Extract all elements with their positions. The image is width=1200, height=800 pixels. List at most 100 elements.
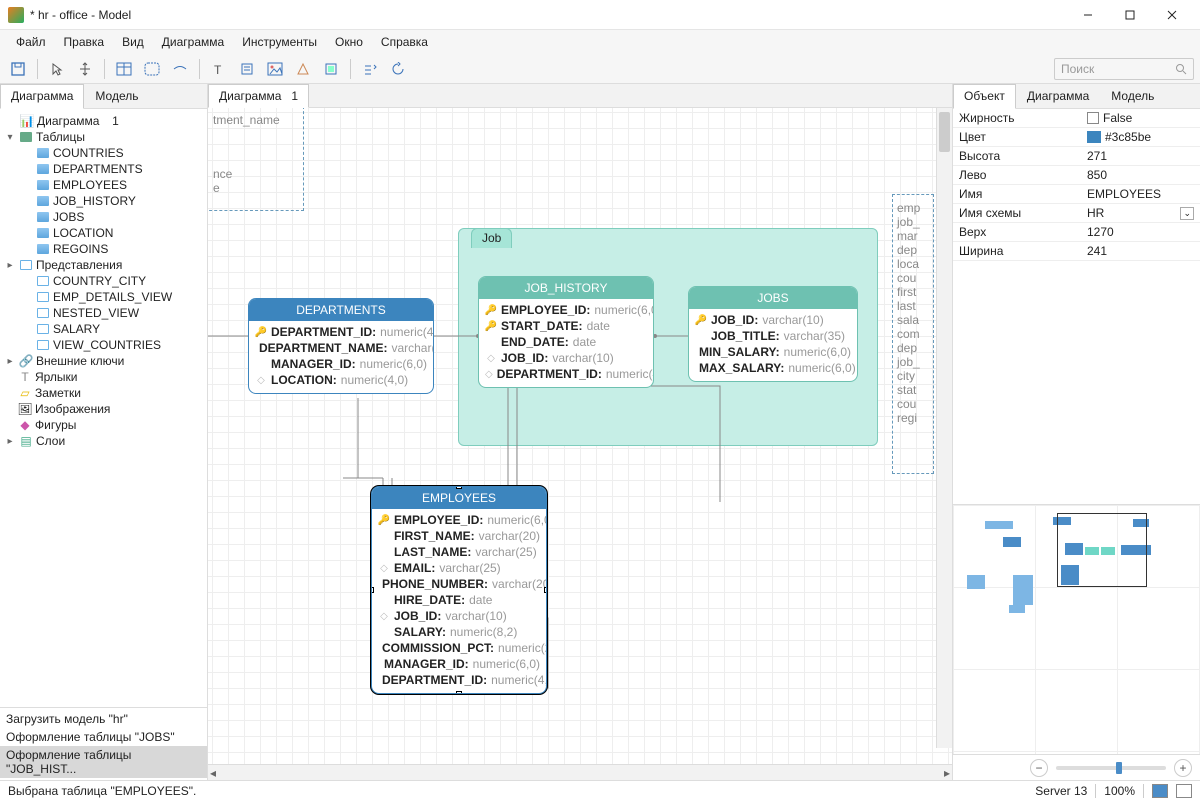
tree-layers[interactable]: Слои <box>36 434 65 448</box>
entity-jobs[interactable]: JOBS 🔑JOB_ID: varchar(10)JOB_TITLE: varc… <box>688 286 858 382</box>
tree-views[interactable]: Представления <box>36 258 122 272</box>
relation-icon[interactable] <box>168 57 192 81</box>
property-row[interactable]: Высота271 <box>953 147 1200 166</box>
image-tree-icon: 🖼 <box>18 402 32 416</box>
search-input[interactable]: Поиск <box>1054 58 1194 80</box>
tab-diagram[interactable]: Диаграмма <box>0 84 84 109</box>
menu-window[interactable]: Окно <box>327 33 371 51</box>
menu-view[interactable]: Вид <box>114 33 152 51</box>
left-panel: Диаграмма Модель 📊Диаграмма 1 ▾Таблицы C… <box>0 84 208 780</box>
canvas-tab[interactable]: Диаграмма 1 <box>208 84 309 108</box>
shape-icon[interactable] <box>291 57 315 81</box>
tree-table-item[interactable]: REGOINS <box>0 241 207 257</box>
tree-tables[interactable]: Таблицы <box>36 130 85 144</box>
property-row[interactable]: Имя схемыHR ⌄ <box>953 204 1200 223</box>
tree-table-item[interactable]: DEPARTMENTS <box>0 161 207 177</box>
tree[interactable]: 📊Диаграмма 1 ▾Таблицы COUNTRIESDEPARTMEN… <box>0 109 207 707</box>
menu-tools[interactable]: Инструменты <box>234 33 325 51</box>
property-row[interactable]: Цвет #3c85be <box>953 128 1200 147</box>
tree-view-item[interactable]: NESTED_VIEW <box>0 305 207 321</box>
tree-fkeys[interactable]: Внешние ключи <box>36 354 124 368</box>
zoom-slider[interactable] <box>1056 766 1166 770</box>
history-item[interactable]: Оформление таблицы "JOB_HIST... <box>0 746 207 778</box>
tree-table-item[interactable]: LOCATION <box>0 225 207 241</box>
menu-edit[interactable]: Правка <box>56 33 113 51</box>
entity-departments[interactable]: DEPARTMENTS 🔑DEPARTMENT_ID: numeric(4,0)… <box>248 298 434 394</box>
scrollbar-vertical[interactable] <box>936 108 952 748</box>
property-grid[interactable]: Жирность FalseЦвет #3c85beВысота271Лево8… <box>953 109 1200 261</box>
view-icon[interactable] <box>140 57 164 81</box>
canvas[interactable]: tment_name nce e empjob_mardeplocacoufir… <box>208 108 952 764</box>
property-row[interactable]: Жирность False <box>953 109 1200 128</box>
layout-icon[interactable] <box>1176 784 1192 798</box>
scrollbar-horizontal[interactable]: ◂▸ <box>208 764 952 780</box>
tree-view-item[interactable]: SALARY <box>0 321 207 337</box>
property-row[interactable]: ИмяEMPLOYEES <box>953 185 1200 204</box>
toolbar: T Поиск <box>0 54 1200 84</box>
tab-model[interactable]: Модель <box>84 84 149 108</box>
pan-icon[interactable] <box>73 57 97 81</box>
tree-view-item[interactable]: EMP_DETAILS_VIEW <box>0 289 207 305</box>
menubar: Файл Правка Вид Диаграмма Инструменты Ок… <box>0 30 1200 54</box>
note-icon[interactable] <box>235 57 259 81</box>
tree-diagram[interactable]: Диаграмма <box>37 114 99 128</box>
right-panel: Объект Диаграмма Модель Жирность FalseЦв… <box>952 84 1200 780</box>
status-server: Server 13 <box>1035 784 1087 798</box>
pointer-icon[interactable] <box>45 57 69 81</box>
tree-shapes[interactable]: Фигуры <box>35 418 76 432</box>
status-zoom: 100% <box>1104 784 1135 798</box>
svg-text:T: T <box>214 63 222 76</box>
table-icon[interactable] <box>112 57 136 81</box>
tree-images[interactable]: Изображения <box>35 402 110 416</box>
entity-fragment[interactable]: tment_name nce e <box>208 108 304 211</box>
entity-title: JOBS <box>689 287 857 309</box>
history-item[interactable]: Загрузить модель "hr" <box>0 710 207 728</box>
minimap[interactable] <box>953 504 1200 754</box>
menu-help[interactable]: Справка <box>373 33 436 51</box>
tree-view-item[interactable]: VIEW_COUNTRIES <box>0 337 207 353</box>
minimize-button[interactable] <box>1068 1 1108 29</box>
tree-table-item[interactable]: EMPLOYEES <box>0 177 207 193</box>
entity-fragment-right[interactable]: empjob_mardeplocacoufirstlastsalacomdepj… <box>892 194 934 474</box>
tab-object[interactable]: Объект <box>953 84 1016 109</box>
folder-icon <box>19 130 33 144</box>
menu-file[interactable]: Файл <box>8 33 54 51</box>
maximize-button[interactable] <box>1110 1 1150 29</box>
tab-diagram-r[interactable]: Диаграмма <box>1016 84 1100 108</box>
tab-model-r[interactable]: Модель <box>1100 84 1165 108</box>
property-row[interactable]: Верх1270 <box>953 223 1200 242</box>
zoom-out-button[interactable]: − <box>1030 759 1048 777</box>
tree-table-item[interactable]: JOBS <box>0 209 207 225</box>
expand-icon[interactable]: ▸ <box>4 260 16 271</box>
history-panel: Загрузить модель "hr" Оформление таблицы… <box>0 707 207 780</box>
property-row[interactable]: Ширина241 <box>953 242 1200 261</box>
tree-labels[interactable]: Ярлыки <box>35 370 78 384</box>
fkey-icon: 🔗 <box>19 354 33 368</box>
tree-notes[interactable]: Заметки <box>35 386 81 400</box>
tree-table-item[interactable]: JOB_HISTORY <box>0 193 207 209</box>
history-item[interactable]: Оформление таблицы "JOBS" <box>0 728 207 746</box>
property-row[interactable]: Лево850 <box>953 166 1200 185</box>
entity-title: EMPLOYEES <box>372 487 546 509</box>
shape-tree-icon: ◆ <box>18 418 32 432</box>
tree-view-item[interactable]: COUNTRY_CITY <box>0 273 207 289</box>
entity-job-history[interactable]: JOB_HISTORY 🔑EMPLOYEE_ID: numeric(6,0)🔑S… <box>478 276 654 388</box>
menu-diagram[interactable]: Диаграмма <box>154 33 232 51</box>
window-title: * hr - office - Model <box>30 8 131 22</box>
entity-title: JOB_HISTORY <box>479 277 653 299</box>
search-placeholder: Поиск <box>1061 62 1094 76</box>
entity-employees[interactable]: EMPLOYEES 🔑EMPLOYEE_ID: numeric(6,0)FIRS… <box>371 486 547 694</box>
group-icon[interactable] <box>319 57 343 81</box>
layout-icon[interactable] <box>1152 784 1168 798</box>
refresh-icon[interactable] <box>386 57 410 81</box>
collapse-icon[interactable]: ▾ <box>4 132 16 143</box>
image-icon[interactable] <box>263 57 287 81</box>
tree-table-item[interactable]: COUNTRIES <box>0 145 207 161</box>
zoom-in-button[interactable]: + <box>1174 759 1192 777</box>
save-icon[interactable] <box>6 57 30 81</box>
sync-icon[interactable] <box>358 57 382 81</box>
text-icon[interactable]: T <box>207 57 231 81</box>
app-icon <box>8 7 24 23</box>
close-button[interactable] <box>1152 1 1192 29</box>
search-icon <box>1175 63 1187 75</box>
